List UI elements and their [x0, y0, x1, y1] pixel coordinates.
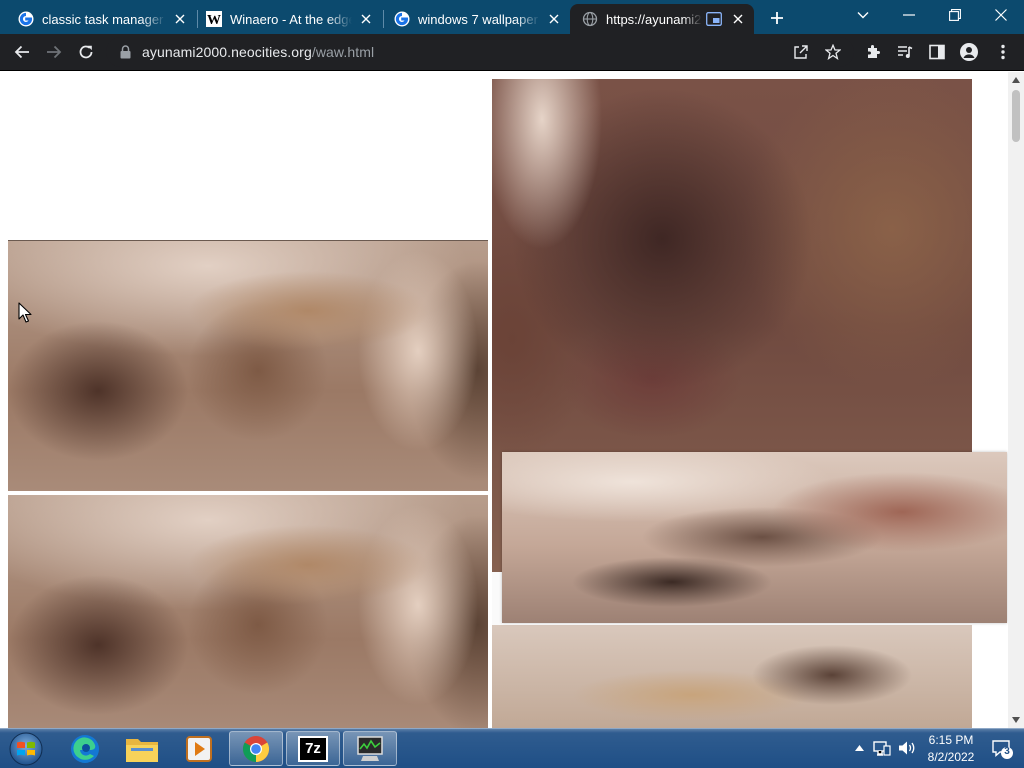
- picture-in-picture-icon[interactable]: [706, 11, 722, 27]
- close-icon: [995, 9, 1007, 21]
- windows-taskbar: 7z 6:15 PM 8/2/2022 3: [0, 728, 1024, 768]
- 7zip-taskbar-button[interactable]: 7z: [286, 731, 340, 766]
- tab-title: classic task manager do: [42, 11, 166, 27]
- side-panel-icon: [929, 44, 945, 60]
- share-icon: [794, 45, 808, 59]
- minimize-button[interactable]: [886, 0, 932, 30]
- 7zip-icon: 7z: [298, 735, 328, 762]
- back-icon: [14, 45, 29, 59]
- task-manager-icon: [357, 735, 383, 761]
- restore-button[interactable]: [932, 0, 978, 30]
- mouse-cursor-icon: [18, 302, 32, 324]
- winaero-icon: W: [206, 11, 222, 27]
- media-control-icon: [898, 46, 913, 58]
- media-player-taskbar-button[interactable]: [172, 731, 226, 766]
- restore-icon: [949, 9, 961, 21]
- url-host: ayunami2000.neocities.org: [142, 44, 312, 60]
- tab-title: https://ayunami2000: [606, 11, 702, 27]
- url-text[interactable]: ayunami2000.neocities.org/waw.html: [142, 44, 374, 60]
- close-tab-icon[interactable]: [172, 11, 188, 27]
- tab-windows-7-wallpaper[interactable]: windows 7 wallpaper -: [382, 4, 570, 34]
- tab-strip: classic task manager do W Winaero - At t…: [0, 0, 1024, 34]
- action-center-button[interactable]: 3: [992, 738, 1014, 760]
- new-tab-button[interactable]: [764, 6, 790, 30]
- tab-classic-task-manager[interactable]: classic task manager do: [6, 4, 196, 34]
- page-gap: [492, 572, 502, 625]
- edge-icon: [71, 734, 99, 763]
- tab-title: Winaero - At the edge: [230, 11, 352, 27]
- blurred-photo: [8, 240, 488, 491]
- show-hidden-icons-icon[interactable]: [850, 739, 868, 757]
- scrollbar-thumb[interactable]: [1012, 90, 1020, 142]
- page-content: [0, 72, 1008, 728]
- scroll-up-icon[interactable]: [1008, 72, 1024, 88]
- forward-button[interactable]: [39, 37, 69, 67]
- lock-icon[interactable]: [118, 45, 132, 59]
- 7zip-label: 7z: [305, 740, 321, 757]
- task-manager-taskbar-button[interactable]: [343, 731, 397, 766]
- url-path: /waw.html: [311, 44, 375, 60]
- star-icon: [825, 44, 841, 60]
- blurred-photo: [502, 452, 1007, 623]
- close-window-button[interactable]: [978, 0, 1024, 30]
- tab-winaero[interactable]: W Winaero - At the edge: [194, 4, 382, 34]
- chrome-icon: [242, 735, 270, 762]
- media-control-button[interactable]: [890, 37, 920, 67]
- globe-icon: [582, 11, 598, 27]
- chrome-taskbar-button[interactable]: [229, 731, 283, 766]
- browser-toolbar: ayunami2000.neocities.org/waw.html: [0, 34, 1024, 71]
- google-icon: [18, 11, 34, 27]
- forward-icon: [47, 45, 62, 59]
- back-button[interactable]: [7, 37, 37, 67]
- file-explorer-taskbar-button[interactable]: [115, 731, 169, 766]
- close-tab-icon[interactable]: [546, 11, 562, 27]
- clock-time: 6:15 PM: [928, 733, 974, 747]
- network-icon[interactable]: [873, 739, 891, 757]
- system-clock[interactable]: 6:15 PM 8/2/2022: [916, 732, 986, 766]
- vertical-scrollbar[interactable]: [1008, 72, 1024, 728]
- clock-date: 8/2/2022: [927, 750, 975, 764]
- file-explorer-icon: [126, 738, 158, 762]
- tab-ayunami2000[interactable]: https://ayunami2000: [570, 4, 754, 34]
- extensions-icon: [868, 45, 880, 58]
- svg-text:W: W: [207, 13, 221, 27]
- volume-icon[interactable]: [898, 739, 916, 757]
- menu-icon: [1001, 44, 1005, 60]
- tab-title: windows 7 wallpaper -: [418, 11, 540, 27]
- menu-button[interactable]: [988, 37, 1018, 67]
- media-player-icon: [186, 735, 212, 762]
- profile-icon: [960, 43, 978, 61]
- profile-button[interactable]: [954, 37, 984, 67]
- edge-taskbar-button[interactable]: [58, 731, 112, 766]
- close-tab-icon[interactable]: [358, 11, 374, 27]
- minimize-icon: [903, 14, 915, 16]
- reload-icon: [79, 45, 93, 59]
- close-tab-icon[interactable]: [730, 11, 746, 27]
- tab-search-button[interactable]: [840, 0, 886, 30]
- notification-count: 3: [1004, 746, 1010, 757]
- start-orb-icon[interactable]: [6, 730, 46, 768]
- extensions-button[interactable]: [858, 37, 888, 67]
- plus-icon: [771, 12, 783, 24]
- scroll-down-icon[interactable]: [1008, 712, 1024, 728]
- bookmark-button[interactable]: [818, 37, 848, 67]
- share-button[interactable]: [786, 37, 816, 67]
- address-bar[interactable]: ayunami2000.neocities.org/waw.html: [106, 37, 854, 67]
- side-panel-button[interactable]: [922, 37, 952, 67]
- blurred-photo: [8, 495, 488, 728]
- chevron-down-icon: [857, 12, 869, 19]
- blurred-photo: [492, 625, 972, 728]
- google-icon: [394, 11, 410, 27]
- reload-button[interactable]: [71, 37, 101, 67]
